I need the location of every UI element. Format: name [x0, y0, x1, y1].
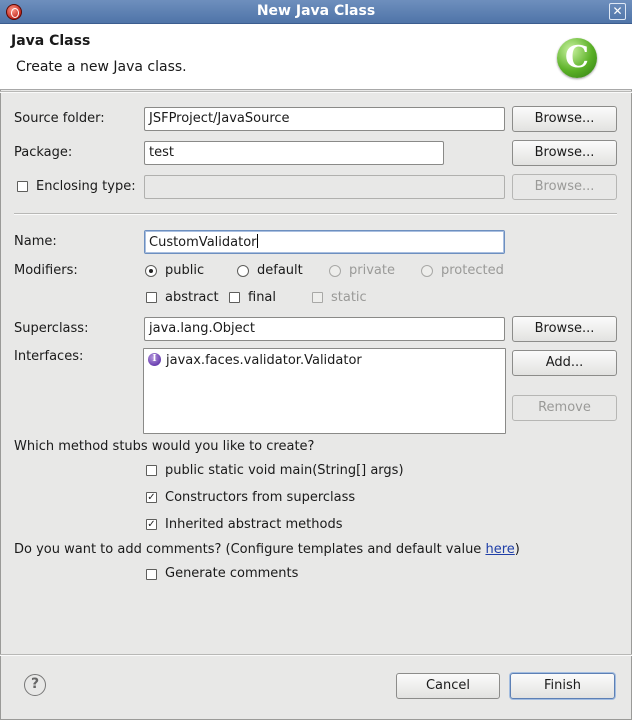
section-separator — [14, 213, 617, 215]
title-bar: New Java Class ✕ — [0, 0, 632, 24]
package-browse-button[interactable]: Browse... — [512, 140, 617, 166]
modifier-static-checkbox — [312, 292, 323, 303]
source-folder-input[interactable]: JSFProject/JavaSource — [144, 107, 505, 131]
stub-main-checkbox[interactable] — [146, 465, 157, 476]
footer-separator — [0, 654, 632, 656]
enclosing-type-label: Enclosing type: — [36, 179, 136, 194]
stub-constructors-label: Constructors from superclass — [165, 490, 356, 505]
comments-question-suffix: ) — [514, 542, 520, 557]
name-value: CustomValidator — [149, 235, 257, 250]
superclass-input[interactable]: java.lang.Object — [144, 317, 505, 341]
window-title: New Java Class — [256, 3, 376, 19]
banner-separator — [0, 91, 632, 93]
configure-templates-link[interactable]: here — [485, 542, 514, 557]
stub-main-label: public static void main(String[] args) — [165, 463, 404, 478]
modifiers-label: Modifiers: — [14, 263, 78, 278]
modifier-abstract-label: abstract — [165, 290, 219, 305]
method-stubs-question: Which method stubs would you like to cre… — [14, 439, 315, 454]
interfaces-list[interactable]: I javax.faces.validator.Validator — [143, 348, 506, 434]
name-label: Name: — [14, 234, 57, 249]
banner-description: Create a new Java class. — [16, 59, 187, 75]
name-input[interactable]: CustomValidator — [144, 230, 505, 254]
modifier-protected-label: protected — [441, 263, 504, 278]
interfaces-label: Interfaces: — [14, 349, 84, 364]
interface-icon: I — [148, 353, 161, 366]
java-class-logo-icon: C — [557, 38, 597, 78]
modifier-public-label: public — [165, 263, 205, 278]
cancel-button[interactable]: Cancel — [396, 673, 500, 699]
add-interface-button[interactable]: Add... — [512, 350, 617, 376]
package-label: Package: — [14, 145, 73, 160]
modifier-abstract-checkbox[interactable] — [146, 292, 157, 303]
close-icon[interactable]: ✕ — [609, 3, 626, 20]
comments-question-text: Do you want to add comments? (Configure … — [14, 542, 486, 557]
superclass-browse-button[interactable]: Browse... — [512, 316, 617, 342]
modifier-default-radio[interactable] — [237, 265, 249, 277]
comments-question: Do you want to add comments? (Configure … — [14, 542, 520, 557]
interface-name: javax.faces.validator.Validator — [166, 353, 362, 368]
package-input[interactable]: test — [144, 141, 444, 165]
remove-interface-button: Remove — [512, 395, 617, 421]
enclosing-type-browse-button: Browse... — [512, 174, 617, 200]
source-folder-label: Source folder: — [14, 111, 105, 126]
list-item[interactable]: I javax.faces.validator.Validator — [148, 352, 488, 370]
stub-abstract-methods-label: Inherited abstract methods — [165, 517, 343, 532]
source-folder-browse-button[interactable]: Browse... — [512, 106, 617, 132]
enclosing-type-input — [144, 175, 505, 199]
modifier-final-label: final — [248, 290, 277, 305]
help-icon[interactable]: ? — [24, 674, 46, 696]
enclosing-type-checkbox[interactable] — [17, 181, 28, 192]
modifier-final-checkbox[interactable] — [229, 292, 240, 303]
modifier-protected-radio — [421, 265, 433, 277]
text-caret — [256, 234, 258, 248]
finish-button[interactable]: Finish — [510, 673, 615, 699]
modifier-public-radio[interactable] — [145, 265, 157, 277]
superclass-label: Superclass: — [14, 321, 89, 336]
window-border-left — [0, 24, 1, 720]
modifier-private-radio — [329, 265, 341, 277]
wizard-banner: Java Class Create a new Java class. C — [0, 24, 632, 90]
stub-abstract-methods-checkbox[interactable]: ✓ — [146, 519, 157, 530]
modifier-private-label: private — [349, 263, 395, 278]
modifier-default-label: default — [257, 263, 303, 278]
generate-comments-label: Generate comments — [165, 566, 299, 581]
generate-comments-checkbox[interactable] — [146, 569, 157, 580]
stub-constructors-checkbox[interactable]: ✓ — [146, 492, 157, 503]
modifier-static-label: static — [331, 290, 367, 305]
banner-title: Java Class — [11, 33, 91, 49]
